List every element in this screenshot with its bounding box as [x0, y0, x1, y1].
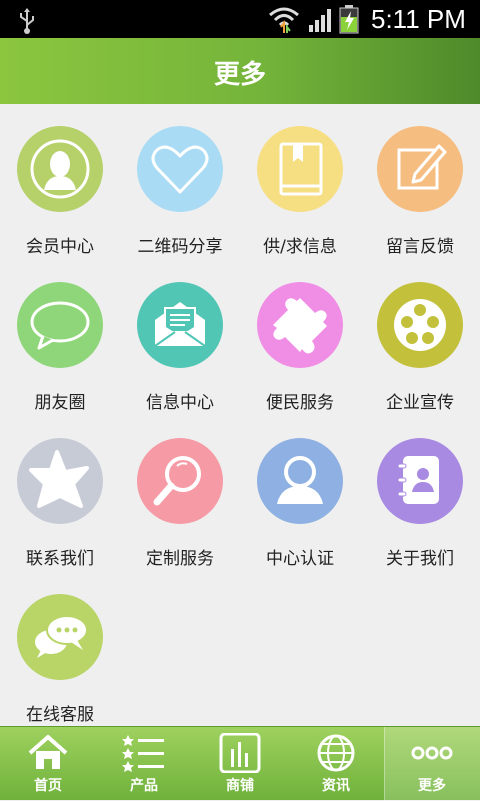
star-icon	[29, 450, 89, 508]
signal-icon	[309, 9, 331, 32]
user-icon	[277, 456, 323, 504]
menu-item-feedback[interactable]: 留言反馈	[360, 104, 480, 260]
contacts-icon	[397, 456, 439, 504]
menu-item-circle	[377, 438, 463, 524]
menu-item-label: 联系我们	[26, 549, 94, 569]
menu-item-member-center[interactable]: 会员中心	[0, 104, 120, 260]
wifi-icon	[269, 7, 299, 33]
status-bar: 5:11 PM	[0, 0, 480, 38]
menu-item-label: 会员中心	[26, 237, 94, 257]
status-time: 5:11 PM	[371, 4, 466, 34]
tab-news[interactable]: 资讯	[288, 727, 384, 801]
page-title: 更多	[213, 60, 266, 90]
menu-item-certification[interactable]: 中心认证	[240, 416, 360, 572]
menu-item-promotion[interactable]: 企业宣传	[360, 260, 480, 416]
magnifier-icon	[153, 456, 201, 506]
tab-more[interactable]: 更多	[384, 727, 480, 801]
bottom-tab-bar: 首页 产品 商铺 资讯 更多	[0, 726, 480, 801]
menu-item-custom-service[interactable]: 定制服务	[120, 416, 240, 572]
menu-item-about-us[interactable]: 关于我们	[360, 416, 480, 572]
menu-item-circle	[257, 438, 343, 524]
menu-item-supply-demand[interactable]: 供/求信息	[240, 104, 360, 260]
menu-item-contact-us[interactable]: 联系我们	[0, 416, 120, 572]
film-reel-icon	[394, 299, 446, 351]
menu-item-label: 二维码分享	[137, 237, 223, 257]
tab-label: 首页	[34, 778, 62, 794]
menu-item-label: 朋友圈	[34, 393, 86, 413]
tab-label: 更多	[418, 778, 446, 794]
menu-item-label: 关于我们	[386, 549, 454, 569]
menu-item-circle	[257, 282, 343, 368]
menu-item-label: 供/求信息	[263, 237, 337, 257]
menu-item-qr-share[interactable]: 二维码分享	[120, 104, 240, 260]
menu-item-circle	[377, 282, 463, 368]
menu-item-label: 定制服务	[146, 549, 214, 569]
menu-item-circle	[17, 594, 103, 680]
home-icon	[28, 735, 68, 769]
tab-home[interactable]: 首页	[0, 727, 96, 801]
chat-bubble-icon	[30, 301, 90, 350]
mail-icon	[154, 302, 206, 347]
menu-item-circle	[137, 282, 223, 368]
tab-label: 商铺	[226, 778, 254, 794]
menu-item-label: 在线客服	[26, 705, 94, 725]
heart-icon	[151, 145, 209, 194]
menu-item-label: 留言反馈	[386, 237, 454, 257]
menu-item-label: 便民服务	[266, 393, 334, 413]
battery-icon	[339, 5, 359, 34]
edit-icon	[397, 144, 447, 190]
member-icon	[30, 139, 90, 199]
menu-item-circle	[17, 438, 103, 524]
menu-item-moments[interactable]: 朋友圈	[0, 260, 120, 416]
list-icon	[122, 735, 164, 772]
tab-shop[interactable]: 商铺	[192, 727, 288, 801]
menu-item-label: 企业宣传	[386, 393, 454, 413]
puzzle-icon	[273, 298, 327, 354]
menu-item-label: 信息中心	[146, 393, 214, 413]
menu-item-circle	[17, 126, 103, 212]
tab-label: 资讯	[322, 778, 350, 794]
chat-icon	[35, 615, 88, 658]
more-icon	[411, 746, 453, 760]
menu-item-label: 中心认证	[266, 549, 334, 569]
book-icon	[279, 142, 323, 196]
shop-icon	[219, 733, 261, 773]
menu-item-info-center[interactable]: 信息中心	[120, 260, 240, 416]
menu-item-circle	[137, 126, 223, 212]
menu-item-circle	[377, 126, 463, 212]
globe-icon	[317, 734, 355, 772]
menu-item-online-service[interactable]: 在线客服	[0, 572, 120, 728]
menu-item-circle	[257, 126, 343, 212]
menu-item-convenience[interactable]: 便民服务	[240, 260, 360, 416]
menu-item-circle	[17, 282, 103, 368]
tab-label: 产品	[130, 778, 158, 794]
tab-products[interactable]: 产品	[96, 727, 192, 801]
usb-icon	[20, 8, 34, 34]
menu-item-circle	[137, 438, 223, 524]
header-bar: 更多	[0, 38, 480, 104]
